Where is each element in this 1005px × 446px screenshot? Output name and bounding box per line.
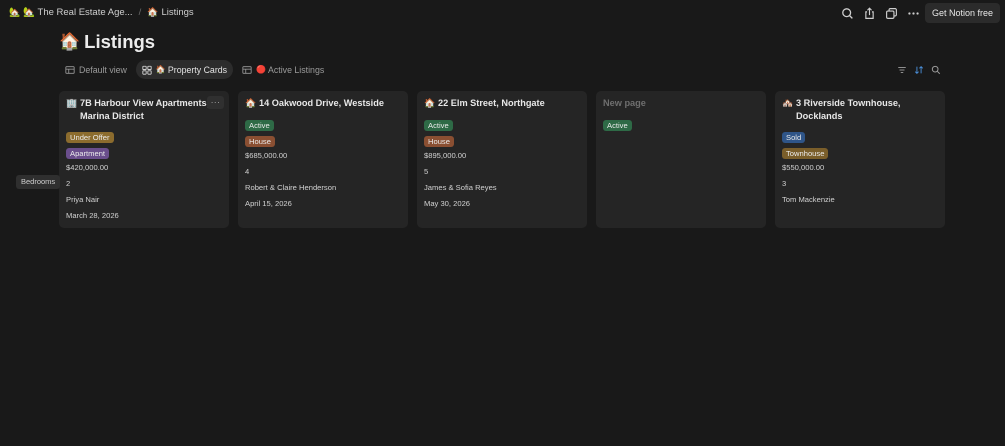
date-value: March 28, 2026 [66,211,119,221]
card-title[interactable]: 7B Harbour View Apartments, Marina Distr… [80,97,222,123]
price-value: $420,000.00 [66,162,109,172]
property-card[interactable]: 🏢 7B Harbour View Apartments, Marina Dis… [59,91,229,228]
status-badge: Under Offer [66,132,114,143]
card-more-button[interactable]: ··· [207,96,224,109]
bedrooms-value: 3 [782,178,787,188]
red-circle-emoji: 🔴 [256,65,267,74]
date-value: April 15, 2026 [245,199,292,209]
status-row: Active [424,115,580,131]
type-badge: House [424,136,454,148]
price-value: $550,000.00 [782,162,825,172]
tab-active-listings[interactable]: 🔴 Active Listings [236,60,330,79]
building-icon: 🏢 [66,98,78,108]
type-badge: House [245,136,275,148]
type-row: Apartment [66,143,222,160]
duplicate-icon[interactable] [883,5,899,21]
view-tools [896,64,942,76]
card-header: New page [603,97,759,111]
table-icon [242,65,252,74]
card-title[interactable]: New page [603,97,646,110]
price-value: $685,000.00 [245,150,288,160]
card-header: 🏠 22 Elm Street, Northgate [424,97,580,111]
type-badge: Townhouse [782,148,829,160]
get-notion-free-button[interactable]: Get Notion free [924,3,1000,23]
workspace-icon: 🏡 [9,7,21,17]
breadcrumb-page[interactable]: Listings [161,7,193,18]
topbar-actions [839,5,921,21]
card-header: 🏘️ 3 Riverside Townhouse, Docklands [782,97,938,123]
status-badge: Active [245,120,274,131]
property-tooltip: Bedrooms [16,175,61,189]
status-row: Active [245,115,401,131]
breadcrumb-separator: / [138,7,142,18]
status-row: Active [603,115,759,131]
page-title-text[interactable]: Listings [84,31,155,53]
filter-icon[interactable] [896,64,908,76]
card-title[interactable]: 3 Riverside Townhouse, Docklands [796,97,938,123]
search-icon[interactable] [930,64,942,76]
agent-value: Tom Mackenzie [782,195,835,205]
type-row: House [424,131,580,148]
houses-icon: 🏘️ [782,98,794,108]
status-badge: Sold [782,132,806,143]
breadcrumb: 🏡 🏡 The Real Estate Age... / 🏠 Listings [9,7,194,18]
card-header: 🏠 14 Oakwood Drive, Westside [245,97,401,111]
house-icon: 🏠 [245,98,257,108]
agent-value: Priya Nair [66,195,100,205]
page-title: 🏠 Listings [59,31,155,53]
house-icon: 🏠 [424,98,436,108]
type-badge: Apartment [66,148,110,160]
status-row: Under Offer [66,127,222,143]
gallery-icon [142,65,152,75]
sort-icon[interactable] [913,64,925,76]
more-icon[interactable] [905,5,921,21]
gallery: 🏢 7B Harbour View Apartments, Marina Dis… [59,91,945,228]
agent-value: James & Sofia Reyes [424,183,497,193]
bedrooms-value: 5 [424,166,429,176]
view-tabs: Default view 🏠 Property Cards 🔴 Active L… [59,60,945,79]
bedrooms-value: 4 [245,166,250,176]
agent-value: Robert & Claire Henderson [245,183,337,193]
house-emoji: 🏠 [155,65,166,74]
type-row: House [245,131,401,148]
tab-label: Property Cards [167,64,228,75]
property-card[interactable]: 🏘️ 3 Riverside Townhouse, Docklands Sold… [775,91,945,228]
top-bar: 🏡 🏡 The Real Estate Age... / 🏠 Listings … [0,0,1005,26]
view-bar: Default view 🏠 Property Cards 🔴 Active L… [59,60,945,80]
share-icon[interactable] [861,5,877,21]
table-icon [65,65,75,74]
page-icon[interactable]: 🏠 [59,32,80,52]
tab-label: Default view [79,64,127,75]
property-card[interactable]: 🏠 14 Oakwood Drive, Westside Active Hous… [238,91,408,228]
page-icon-small: 🏠 [147,7,159,17]
property-card-new-page[interactable]: New page Active [596,91,766,228]
tab-default-view[interactable]: Default view [59,60,133,79]
status-row: Sold [782,127,938,143]
date-value: May 30, 2026 [424,199,471,209]
breadcrumb-workspace[interactable]: 🏡 The Real Estate Age... [23,7,132,18]
card-title[interactable]: 22 Elm Street, Northgate [438,97,545,110]
bedrooms-value: 2 [66,178,71,188]
type-row: Townhouse [782,143,938,160]
price-value: $895,000.00 [424,150,467,160]
tab-property-cards[interactable]: 🏠 Property Cards [135,60,234,79]
search-icon[interactable] [839,5,855,21]
card-header: 🏢 7B Harbour View Apartments, Marina Dis… [66,97,222,123]
status-badge: Active [603,120,632,131]
property-card[interactable]: 🏠 22 Elm Street, Northgate Active House … [417,91,587,228]
card-title[interactable]: 14 Oakwood Drive, Westside [259,97,384,110]
tab-label: Active Listings [268,64,325,75]
status-badge: Active [424,120,453,131]
